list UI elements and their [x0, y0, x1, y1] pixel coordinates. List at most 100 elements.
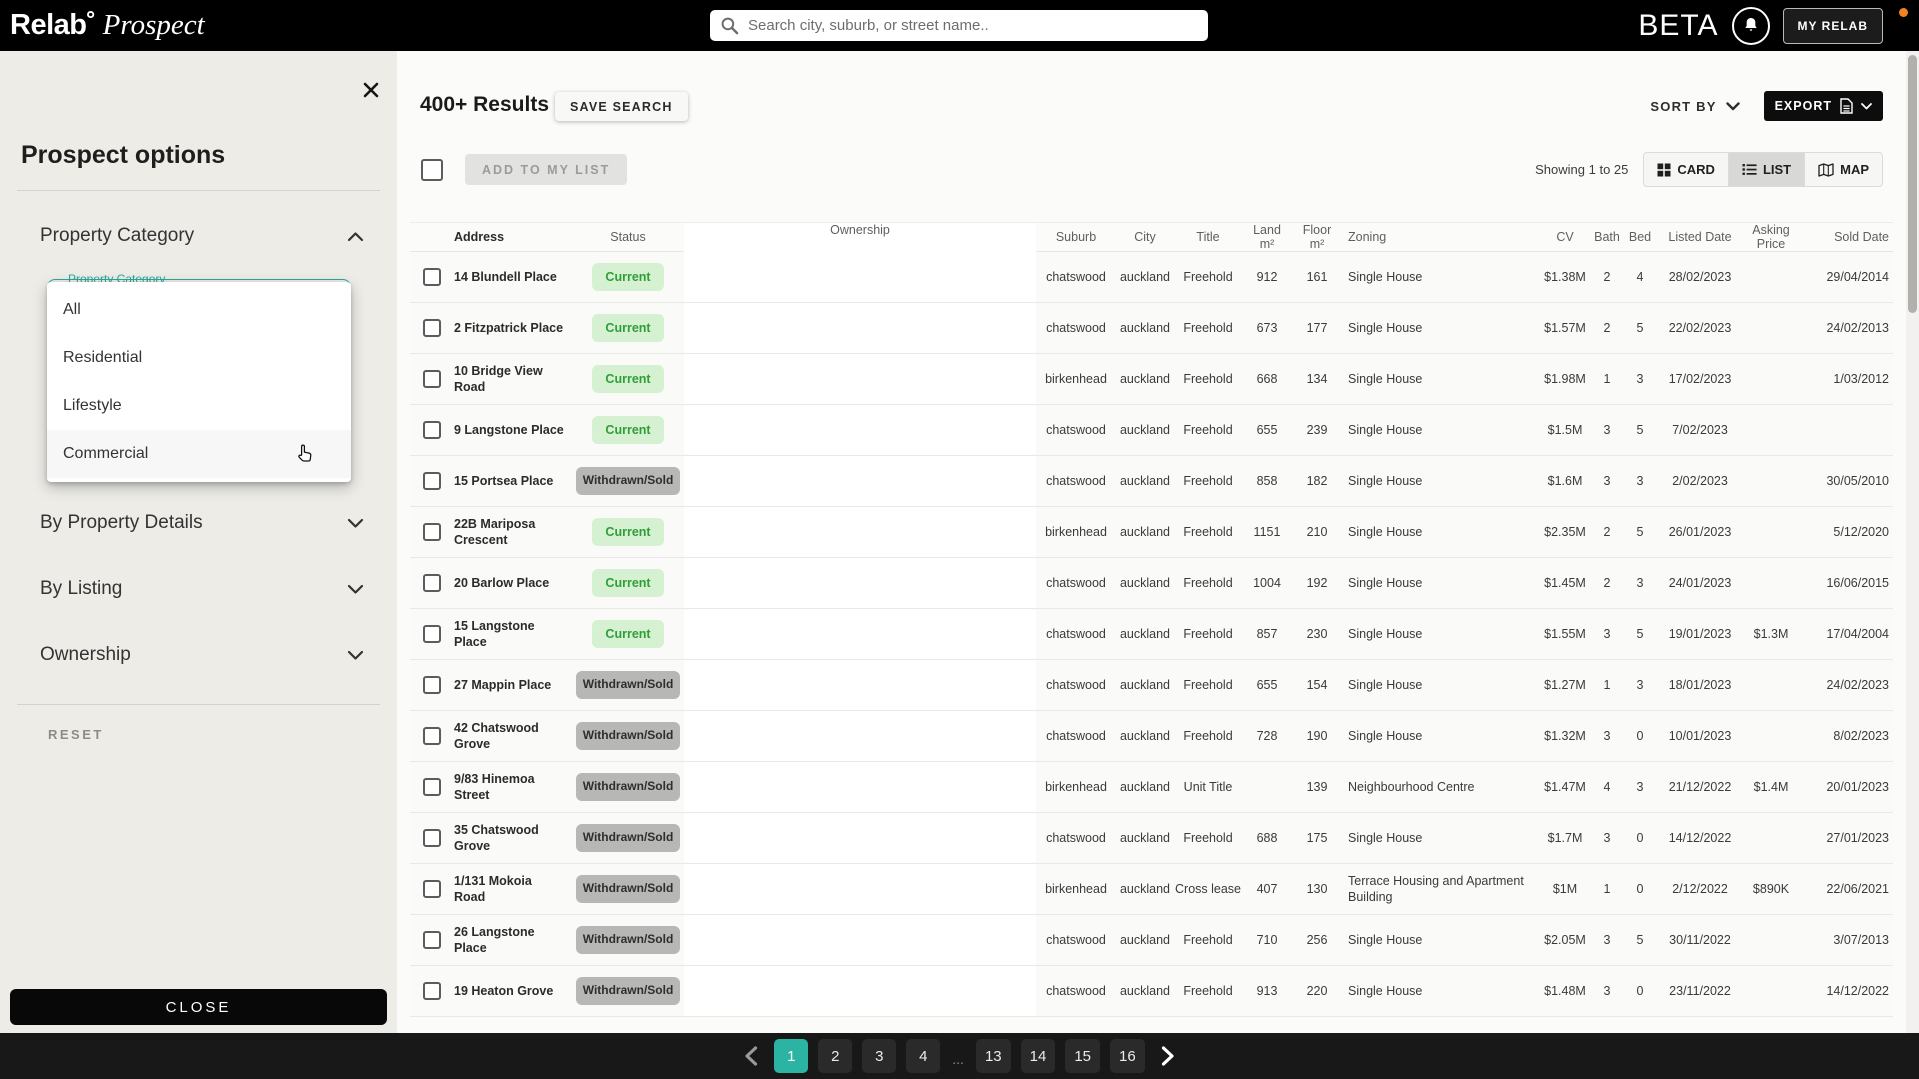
- section-property-category[interactable]: Property Category: [40, 225, 364, 247]
- section-by-property-details[interactable]: By Property Details: [40, 512, 364, 534]
- row-checkbox[interactable]: [423, 982, 441, 1000]
- row-checkbox[interactable]: [423, 370, 441, 388]
- row-checkbox[interactable]: [423, 778, 441, 796]
- cell-listed: 2/02/2023: [1656, 473, 1744, 489]
- showing-range-label: Showing 1 to 25: [1535, 162, 1628, 177]
- category-option-residential[interactable]: Residential: [47, 334, 351, 382]
- row-checkbox[interactable]: [423, 625, 441, 643]
- view-toggle-card[interactable]: CARD: [1644, 153, 1728, 186]
- cell-floor: 177: [1292, 320, 1342, 336]
- cell-floor: 175: [1292, 830, 1342, 846]
- row-checkbox-cell: [410, 880, 454, 898]
- scrollbar-track[interactable]: [1906, 51, 1919, 1033]
- cell-suburb: chatswood: [1036, 983, 1116, 999]
- cell-floor: 210: [1292, 524, 1342, 540]
- column-header-status: Status: [572, 230, 684, 244]
- cell-status: Current: [572, 314, 684, 342]
- cell-cv: $1.38M: [1540, 269, 1590, 285]
- row-checkbox[interactable]: [423, 421, 441, 439]
- cell-status: Withdrawn/Sold: [572, 875, 684, 903]
- table-row: 1/131 Mokoia RoadWithdrawn/Soldbirkenhea…: [410, 864, 1893, 915]
- cell-status: Withdrawn/Sold: [572, 926, 684, 954]
- card-view-icon: [1657, 163, 1671, 177]
- cell-suburb: birkenhead: [1036, 371, 1116, 387]
- category-option-lifestyle[interactable]: Lifestyle: [47, 382, 351, 430]
- select-all-checkbox[interactable]: [421, 159, 443, 181]
- cell-zoning: Single House: [1342, 575, 1540, 591]
- page-button-4[interactable]: 4: [906, 1039, 940, 1073]
- page-button-13[interactable]: 13: [976, 1039, 1011, 1073]
- page-button-2[interactable]: 2: [818, 1039, 852, 1073]
- cell-land: 655: [1242, 422, 1292, 438]
- top-bar: Relab˚ Prospect BETA MY RELAB: [0, 0, 1919, 51]
- page-button-14[interactable]: 14: [1021, 1039, 1056, 1073]
- category-option-all[interactable]: All: [47, 286, 351, 334]
- cell-ownership: [684, 711, 1036, 761]
- scrollbar-thumb[interactable]: [1908, 55, 1917, 313]
- row-checkbox[interactable]: [423, 829, 441, 847]
- cell-status: Current: [572, 263, 684, 291]
- save-search-button[interactable]: SAVE SEARCH: [555, 92, 688, 121]
- row-checkbox[interactable]: [423, 268, 441, 286]
- page-button-16[interactable]: 16: [1110, 1039, 1145, 1073]
- page-button-1[interactable]: 1: [774, 1039, 808, 1073]
- close-icon[interactable]: [360, 80, 382, 102]
- cell-sold: 22/06/2021: [1798, 881, 1893, 897]
- notifications-button[interactable]: [1732, 7, 1770, 45]
- cell-title: Freehold: [1174, 932, 1242, 948]
- cell-title: Freehold: [1174, 473, 1242, 489]
- section-by-listing[interactable]: By Listing: [40, 578, 364, 600]
- cell-ownership: [684, 966, 1036, 1016]
- view-toggle-map[interactable]: MAP: [1804, 153, 1882, 186]
- cell-address: 15 Langstone Place: [454, 618, 572, 651]
- cell-sold: 16/06/2015: [1798, 575, 1893, 591]
- row-checkbox[interactable]: [423, 472, 441, 490]
- row-checkbox[interactable]: [423, 880, 441, 898]
- row-checkbox[interactable]: [423, 319, 441, 337]
- cell-bed: 5: [1624, 320, 1656, 336]
- row-checkbox[interactable]: [423, 523, 441, 541]
- row-checkbox-cell: [410, 574, 454, 592]
- cell-city: auckland: [1116, 575, 1174, 591]
- cell-cv: $1.98M: [1540, 371, 1590, 387]
- column-header-suburb: Suburb: [1036, 230, 1116, 244]
- map-view-icon: [1818, 163, 1834, 177]
- previous-page-button[interactable]: [738, 1046, 764, 1066]
- cell-floor: 190: [1292, 728, 1342, 744]
- view-toggle-list[interactable]: LIST: [1728, 153, 1804, 186]
- cell-cv: $1.57M: [1540, 320, 1590, 336]
- cell-city: auckland: [1116, 422, 1174, 438]
- logo-product: Prospect: [103, 9, 205, 42]
- reset-button[interactable]: RESET: [48, 727, 104, 742]
- cell-bath: 3: [1590, 626, 1624, 642]
- row-checkbox[interactable]: [423, 931, 441, 949]
- my-relab-button[interactable]: MY RELAB: [1783, 8, 1883, 44]
- close-panel-button[interactable]: CLOSE: [10, 989, 387, 1025]
- export-file-icon: [1840, 98, 1853, 114]
- row-checkbox[interactable]: [423, 676, 441, 694]
- cell-title: Freehold: [1174, 677, 1242, 693]
- cell-bed: 3: [1624, 677, 1656, 693]
- cell-suburb: chatswood: [1036, 830, 1116, 846]
- row-checkbox[interactable]: [423, 727, 441, 745]
- search-bar[interactable]: [710, 10, 1208, 41]
- export-button[interactable]: EXPORT: [1764, 91, 1883, 121]
- cell-bath: 3: [1590, 932, 1624, 948]
- row-checkbox-cell: [410, 676, 454, 694]
- next-page-button[interactable]: [1155, 1046, 1181, 1066]
- cell-city: auckland: [1116, 881, 1174, 897]
- page-button-15[interactable]: 15: [1065, 1039, 1100, 1073]
- cell-zoning: Terrace Housing and Apartment Building: [1342, 873, 1540, 906]
- page-button-3[interactable]: 3: [862, 1039, 896, 1073]
- add-to-my-list-button[interactable]: ADD TO MY LIST: [465, 154, 627, 185]
- table-row: 9/83 Hinemoa StreetWithdrawn/Soldbirkenh…: [410, 762, 1893, 813]
- cell-ownership: [684, 252, 1036, 302]
- cell-title: Freehold: [1174, 422, 1242, 438]
- sort-by-dropdown[interactable]: SORT BY: [1650, 99, 1739, 114]
- cell-ownership: [684, 456, 1036, 506]
- cell-zoning: Single House: [1342, 269, 1540, 285]
- row-checkbox[interactable]: [423, 574, 441, 592]
- search-input[interactable]: [748, 17, 1198, 34]
- cell-listed: 17/02/2023: [1656, 371, 1744, 387]
- section-ownership[interactable]: Ownership: [40, 644, 364, 666]
